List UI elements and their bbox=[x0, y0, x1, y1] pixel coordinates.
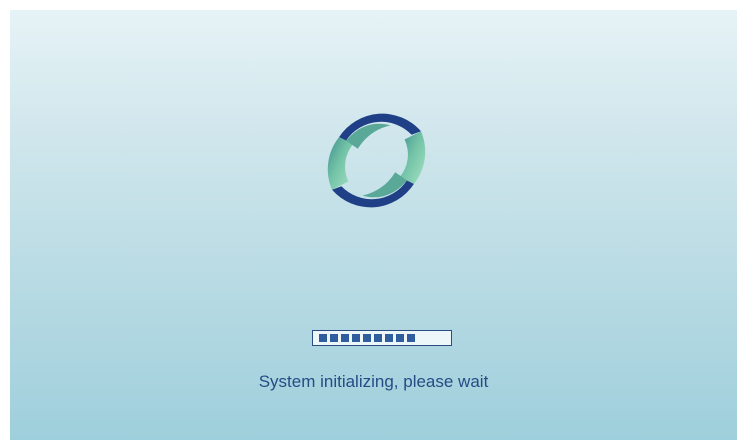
window-frame: System initializing, please wait bbox=[0, 0, 738, 442]
progress-segment bbox=[363, 334, 371, 342]
progress-segment bbox=[352, 334, 360, 342]
circular-arrows-logo-icon bbox=[327, 113, 426, 208]
progress-segment bbox=[396, 334, 404, 342]
progress-segment bbox=[374, 334, 382, 342]
progress-segment bbox=[330, 334, 338, 342]
progress-segment bbox=[319, 334, 327, 342]
progress-segment bbox=[407, 334, 415, 342]
boot-screen: System initializing, please wait bbox=[10, 10, 737, 440]
status-message: System initializing, please wait bbox=[258, 372, 489, 391]
progress-bar bbox=[312, 330, 452, 346]
progress-segment bbox=[385, 334, 393, 342]
progress-segment bbox=[341, 334, 349, 342]
